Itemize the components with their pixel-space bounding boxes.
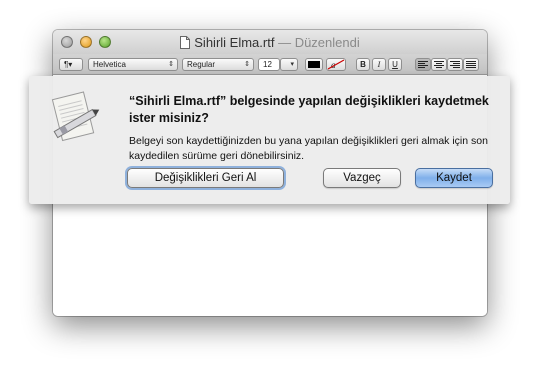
paragraph-popup[interactable]: ¶▾ [59, 58, 83, 71]
dialog-informative-text: Belgeyi son kaydettiğinizden bu yana yap… [129, 135, 488, 162]
text-color-well[interactable] [305, 58, 323, 71]
revert-changes-button[interactable]: Değişiklikleri Geri Al [127, 168, 284, 188]
align-center-icon [434, 61, 444, 68]
title-bar[interactable]: Sihirli Elma.rtf — Düzenlendi [53, 30, 487, 54]
save-button[interactable]: Kaydet [415, 168, 493, 188]
underline-label: U [392, 60, 398, 69]
align-left-button[interactable] [415, 58, 431, 71]
align-right-icon [450, 61, 460, 68]
color-swatch [308, 61, 320, 68]
textedit-icon [51, 91, 100, 142]
font-size-value: 12 [263, 60, 272, 69]
paragraph-popup-label: ¶▾ [64, 60, 73, 69]
font-size-arrow[interactable]: ▾ [280, 58, 298, 71]
underline-button[interactable]: U [388, 58, 402, 71]
document-icon[interactable] [180, 36, 191, 49]
align-right-button[interactable] [447, 58, 463, 71]
justify-button[interactable] [463, 58, 479, 71]
highlight-color-well[interactable]: a [326, 58, 346, 71]
font-family-popup[interactable]: Helvetica ⇕ [88, 58, 178, 71]
window-title-status: Düzenlendi [294, 35, 360, 50]
italic-label: I [377, 60, 381, 69]
font-style-popup[interactable]: Regular ⇕ [182, 58, 254, 71]
popup-arrows-icon: ⇕ [168, 61, 174, 68]
font-style-value: Regular [187, 60, 216, 69]
window-title: Sihirli Elma.rtf — Düzenlendi [53, 35, 487, 50]
highlight-pen-icon: a [327, 59, 345, 70]
window-title-sep: — [274, 35, 295, 50]
format-bar: ¶▾ Helvetica ⇕ Regular ⇕ 12 ▾ a B I U [53, 54, 487, 75]
save-changes-sheet: “Sihirli Elma.rtf” belgesinde yapılan de… [29, 76, 510, 204]
font-size-field[interactable]: 12 [258, 58, 280, 71]
align-left-icon [418, 61, 428, 68]
bold-label: B [360, 60, 366, 69]
italic-button[interactable]: I [372, 58, 386, 71]
justify-icon [466, 61, 476, 68]
popup-arrows-icon: ⇕ [244, 61, 250, 68]
dialog-message: “Sihirli Elma.rtf” belgesinde yapılan de… [129, 94, 489, 125]
window-title-name: Sihirli Elma.rtf [194, 35, 275, 50]
chevron-down-icon: ▾ [290, 61, 294, 68]
cancel-button[interactable]: Vazgeç [323, 168, 401, 188]
align-center-button[interactable] [431, 58, 447, 71]
font-family-value: Helvetica [93, 60, 126, 69]
bold-button[interactable]: B [356, 58, 370, 71]
